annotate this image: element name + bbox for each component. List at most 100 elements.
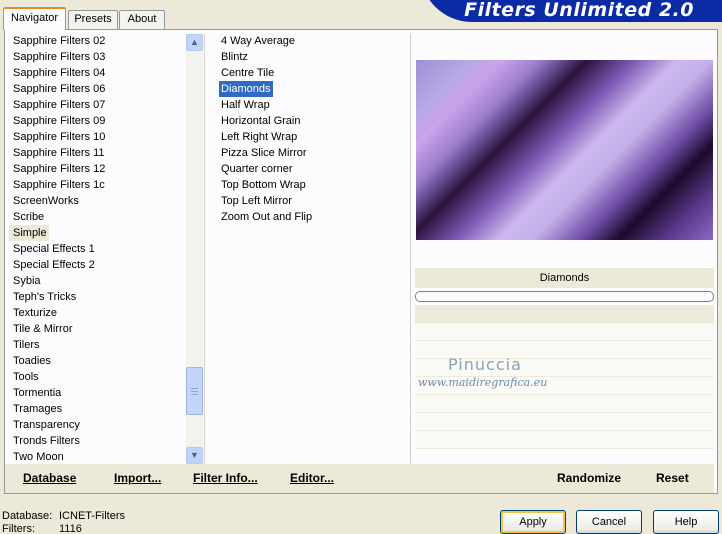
category-item[interactable]: Texturize — [9, 305, 187, 321]
category-row: Tilers — [9, 337, 187, 353]
category-item[interactable]: ScreenWorks — [9, 193, 187, 209]
progress-bar — [415, 291, 714, 302]
filter-row: Top Left Mirror — [219, 193, 399, 209]
watermark-name: Pinuccia — [448, 355, 522, 374]
filter-item[interactable]: Pizza Slice Mirror — [219, 145, 399, 161]
filter-item[interactable]: Diamonds — [219, 81, 273, 97]
category-item[interactable]: Tilers — [9, 337, 187, 353]
help-button[interactable]: Help — [653, 510, 719, 534]
category-item[interactable]: Transparency — [9, 417, 187, 433]
database-button[interactable]: Database — [23, 471, 76, 485]
category-row: Tormentia — [9, 385, 187, 401]
category-item[interactable]: Scribe — [9, 209, 187, 225]
category-row: Sapphire Filters 06 — [9, 81, 187, 97]
filter-row: Centre Tile — [219, 65, 399, 81]
filter-item[interactable]: Horizontal Grain — [219, 113, 399, 129]
watermark-url: www.maidiregrafica.eu — [418, 376, 548, 389]
randomize-button[interactable]: Randomize — [557, 471, 621, 485]
category-row: Sybia — [9, 273, 187, 289]
category-item[interactable]: Sapphire Filters 1c — [9, 177, 187, 193]
app-title: Filters Unlimited 2.0 — [464, 0, 694, 21]
filter-item[interactable]: Top Bottom Wrap — [219, 177, 399, 193]
category-row: Sapphire Filters 10 — [9, 129, 187, 145]
grip-line — [191, 391, 198, 392]
category-row: ScreenWorks — [9, 193, 187, 209]
parameter-row — [415, 413, 714, 431]
filter-item[interactable]: Quarter corner — [219, 161, 399, 177]
filter-info-button[interactable]: Filter Info... — [193, 471, 258, 485]
filters-count: 1116 — [59, 523, 82, 534]
category-item[interactable]: Tile & Mirror — [9, 321, 187, 337]
category-item[interactable]: Toadies — [9, 353, 187, 369]
filter-row: Pizza Slice Mirror — [219, 145, 399, 161]
action-bar: Database Import... Filter Info... Editor… — [5, 464, 714, 493]
filter-item[interactable]: Left Right Wrap — [219, 129, 399, 145]
scrollbar-thumb[interactable] — [186, 367, 203, 415]
category-item[interactable]: Tramages — [9, 401, 187, 417]
category-item[interactable]: Sapphire Filters 11 — [9, 145, 187, 161]
tab-navigator[interactable]: Navigator — [3, 7, 66, 30]
category-item[interactable]: Sapphire Filters 02 — [9, 33, 187, 49]
category-row: Scribe — [9, 209, 187, 225]
filters-label: Filters: — [2, 523, 35, 534]
category-row: Special Effects 1 — [9, 241, 187, 257]
category-item[interactable]: Sapphire Filters 09 — [9, 113, 187, 129]
divider — [410, 34, 411, 465]
category-row: Sapphire Filters 1c — [9, 177, 187, 193]
category-list[interactable]: Sapphire Filters 02 Sapphire Filters 03 Sa… — [9, 33, 187, 465]
category-row: Transparency — [9, 417, 187, 433]
parameter-row — [415, 395, 714, 413]
chevron-up-icon[interactable]: ▲ — [186, 34, 203, 51]
category-item[interactable]: Teph's Tricks — [9, 289, 187, 305]
filter-item[interactable]: Blintz — [219, 49, 399, 65]
filter-item[interactable]: 4 Way Average — [219, 33, 399, 49]
filter-item[interactable]: Top Left Mirror — [219, 193, 399, 209]
parameter-row — [415, 323, 714, 341]
filter-row: Quarter corner — [219, 161, 399, 177]
filter-row: Blintz — [219, 49, 399, 65]
filter-row: Horizontal Grain — [219, 113, 399, 129]
category-item[interactable]: Sapphire Filters 10 — [9, 129, 187, 145]
filter-row: 4 Way Average — [219, 33, 399, 49]
cancel-button[interactable]: Cancel — [576, 510, 642, 534]
category-row: Tools — [9, 369, 187, 385]
category-item[interactable]: Sapphire Filters 06 — [9, 81, 187, 97]
category-row: Two Moon — [9, 449, 187, 465]
import-button[interactable]: Import... — [114, 471, 161, 485]
category-item[interactable]: Special Effects 2 — [9, 257, 187, 273]
category-item[interactable]: Two Moon — [9, 449, 187, 465]
category-row: Tramages — [9, 401, 187, 417]
category-item[interactable]: Tools — [9, 369, 187, 385]
divider — [204, 34, 205, 465]
category-item[interactable]: Simple — [9, 225, 49, 241]
filter-list[interactable]: 4 Way Average Blintz Centre Tile Diamonds Ha… — [219, 33, 399, 233]
category-row: Tronds Filters — [9, 433, 187, 449]
category-item[interactable]: Sapphire Filters 07 — [9, 97, 187, 113]
title-banner: Filters Unlimited 2.0 — [420, 0, 722, 22]
database-value: ICNET-Filters — [59, 510, 125, 522]
category-item[interactable]: Sapphire Filters 03 — [9, 49, 187, 65]
category-item[interactable]: Tormentia — [9, 385, 187, 401]
category-row: Sapphire Filters 04 — [9, 65, 187, 81]
reset-button[interactable]: Reset — [656, 471, 689, 485]
category-item[interactable]: Sapphire Filters 04 — [9, 65, 187, 81]
editor-button[interactable]: Editor... — [290, 471, 334, 485]
filter-item[interactable]: Zoom Out and Flip — [219, 209, 399, 225]
category-item[interactable]: Sapphire Filters 12 — [9, 161, 187, 177]
category-item[interactable]: Tronds Filters — [9, 433, 187, 449]
tab-presets[interactable]: Presets — [68, 10, 118, 29]
tab-about[interactable]: About — [119, 10, 165, 29]
category-scrollbar[interactable]: ▲ ▼ — [186, 34, 203, 465]
category-row: Sapphire Filters 11 — [9, 145, 187, 161]
apply-button[interactable]: Apply — [500, 510, 566, 534]
chevron-down-icon[interactable]: ▼ — [186, 447, 203, 464]
category-row: Sapphire Filters 03 — [9, 49, 187, 65]
filter-row: Left Right Wrap — [219, 129, 399, 145]
category-item[interactable]: Special Effects 1 — [9, 241, 187, 257]
parameter-row — [415, 431, 714, 449]
category-row: Special Effects 2 — [9, 257, 187, 273]
filter-item[interactable]: Centre Tile — [219, 65, 399, 81]
filter-item[interactable]: Half Wrap — [219, 97, 399, 113]
preview-filter-name: Diamonds — [415, 268, 714, 288]
category-item[interactable]: Sybia — [9, 273, 187, 289]
